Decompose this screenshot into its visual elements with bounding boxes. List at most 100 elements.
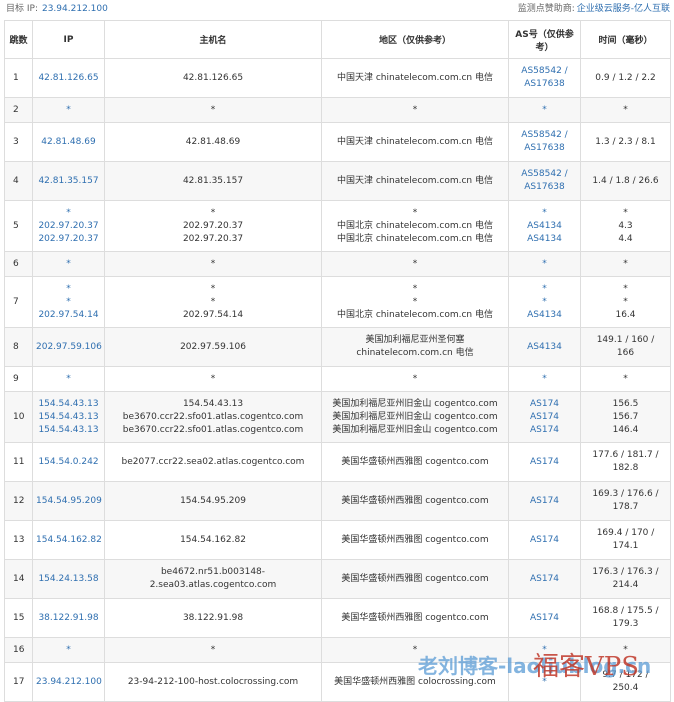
as-cell-line[interactable]: AS4134 <box>512 341 577 354</box>
as-cell[interactable]: AS58542 /AS17638 <box>508 58 581 98</box>
ip-cell-line[interactable]: 154.54.43.13 <box>36 398 101 411</box>
as-cell-line[interactable]: AS4134 <box>512 233 577 246</box>
ip-cell-line[interactable]: 202.97.20.37 <box>36 220 101 233</box>
as-cell-line[interactable]: AS174 <box>512 612 577 625</box>
ip-cell-line[interactable]: 154.54.43.13 <box>36 411 101 424</box>
as-cell[interactable]: AS174 <box>508 520 581 560</box>
ip-cell[interactable]: 154.24.13.58 <box>32 559 105 599</box>
hostname-cell-line: * <box>210 296 216 307</box>
hop-cell: 4 <box>4 161 33 201</box>
as-cell-line[interactable]: * <box>512 296 577 309</box>
ip-cell-line[interactable]: * <box>36 644 101 657</box>
time-cell-line: 1.3 / 2.3 / 8.1 <box>595 136 656 147</box>
region-cell-line: 中国北京 chinatelecom.com.cn 电信 <box>336 309 493 320</box>
as-cell-line[interactable]: * <box>512 676 577 689</box>
as-cell[interactable]: AS58542 /AS17638 <box>508 122 581 162</box>
ip-cell-line[interactable]: 38.122.91.98 <box>36 612 101 625</box>
ip-cell-line[interactable]: 42.81.35.157 <box>36 175 101 188</box>
ip-cell-line[interactable]: 202.97.20.37 <box>36 233 101 246</box>
as-cell[interactable]: AS174 <box>508 559 581 599</box>
ip-cell-line[interactable]: 154.54.95.209 <box>36 495 102 508</box>
ip-cell[interactable]: 23.94.212.100 <box>32 662 105 702</box>
as-cell[interactable]: * <box>508 662 581 702</box>
ip-cell-line[interactable]: * <box>36 258 101 271</box>
as-cell[interactable]: * <box>508 366 581 392</box>
ip-cell[interactable]: 202.97.59.106 <box>32 327 105 367</box>
ip-cell[interactable]: * <box>32 366 105 392</box>
as-cell-line[interactable]: AS174 <box>512 495 577 508</box>
time-cell-line: 166 <box>616 348 635 358</box>
as-cell-line[interactable]: * <box>512 104 577 117</box>
ip-cell[interactable]: * 202.97.20.37 202.97.20.37 <box>32 200 105 252</box>
ip-cell[interactable]: * <box>32 97 105 123</box>
ip-cell-line[interactable]: * <box>36 104 101 117</box>
ip-cell-line[interactable]: 23.94.212.100 <box>36 676 102 689</box>
ip-cell[interactable]: 42.81.126.65 <box>32 58 105 98</box>
as-cell-line[interactable]: * <box>512 258 577 271</box>
ip-cell-line[interactable]: * <box>36 283 101 296</box>
hop-cell: 17 <box>4 662 33 702</box>
as-cell-line[interactable]: AS174 <box>512 573 577 586</box>
ip-cell[interactable]: * * 202.97.54.14 <box>32 276 105 328</box>
ip-cell[interactable]: 42.81.48.69 <box>32 122 105 162</box>
ip-cell-line[interactable]: 154.24.13.58 <box>36 573 101 586</box>
region-cell-line: * <box>412 296 418 307</box>
hostname-cell: be2077.ccr22.sea02.atlas.cogentco.com <box>104 442 322 482</box>
as-cell[interactable]: * <box>508 251 581 277</box>
time-cell-line: 156.5 <box>612 398 639 409</box>
as-cell[interactable]: * AS4134 AS4134 <box>508 200 581 252</box>
ip-cell[interactable]: 154.54.162.82 <box>32 520 105 560</box>
time-cell-line: 250.4 <box>612 683 639 693</box>
region-cell: 美国华盛顿州西雅图 cogentco.com <box>321 598 509 638</box>
ip-cell-line[interactable]: 154.54.0.242 <box>36 456 101 469</box>
as-cell-line[interactable]: AS174 <box>512 411 577 424</box>
ip-cell-line[interactable]: 202.97.59.106 <box>36 341 102 354</box>
ip-cell[interactable]: * <box>32 251 105 277</box>
ip-cell-line[interactable]: * <box>36 296 101 309</box>
ip-cell[interactable]: * <box>32 637 105 663</box>
as-cell-line[interactable]: * <box>512 373 577 386</box>
ip-cell-line[interactable]: 154.54.162.82 <box>36 534 102 547</box>
as-cell-line[interactable]: AS174 <box>512 424 577 437</box>
ip-cell-line[interactable]: 202.97.54.14 <box>36 309 101 322</box>
ip-cell[interactable]: 42.81.35.157 <box>32 161 105 201</box>
ip-cell[interactable]: 154.54.0.242 <box>32 442 105 482</box>
ip-cell-line[interactable]: * <box>36 373 101 386</box>
as-cell[interactable]: * <box>508 637 581 663</box>
as-cell[interactable]: * <box>508 97 581 123</box>
ip-cell-line[interactable]: 42.81.48.69 <box>36 136 101 149</box>
as-cell[interactable]: * * AS4134 <box>508 276 581 328</box>
as-cell-line[interactable]: AS58542 / <box>512 168 577 181</box>
ip-cell-line[interactable]: 42.81.126.65 <box>36 72 101 85</box>
hostname-cell-line: 154.54.43.13 <box>182 398 244 409</box>
as-cell-line[interactable]: AS17638 <box>512 142 577 155</box>
as-cell[interactable]: AS174 <box>508 442 581 482</box>
ip-cell-line[interactable]: 154.54.43.13 <box>36 424 101 437</box>
as-cell-line[interactable]: AS58542 / <box>512 129 577 142</box>
as-cell[interactable]: AS4134 <box>508 327 581 367</box>
as-cell-line[interactable]: AS17638 <box>512 78 577 91</box>
as-cell-line[interactable]: * <box>512 207 577 220</box>
as-cell-line[interactable]: AS4134 <box>512 309 577 322</box>
top-info-bar: 目标 IP: 23.94.212.100 监测点赞助商: 企业级云服务-亿人互联 <box>0 0 674 18</box>
target-ip[interactable]: 23.94.212.100 <box>42 4 108 14</box>
as-cell-line[interactable]: AS174 <box>512 398 577 411</box>
as-cell-line[interactable]: AS4134 <box>512 220 577 233</box>
ip-cell[interactable]: 38.122.91.98 <box>32 598 105 638</box>
ip-cell-line[interactable]: * <box>36 207 101 220</box>
as-cell-line[interactable]: AS174 <box>512 456 577 469</box>
as-cell[interactable]: AS174 <box>508 598 581 638</box>
hop-cell: 8 <box>4 327 33 367</box>
hostname-cell: 154.54.43.13 be3670.ccr22.sfo01.atlas.cog… <box>104 391 322 443</box>
as-cell[interactable]: AS174 AS174 AS174 <box>508 391 581 443</box>
as-cell-line[interactable]: AS174 <box>512 534 577 547</box>
as-cell-line[interactable]: * <box>512 283 577 296</box>
as-cell[interactable]: AS174 <box>508 481 581 521</box>
ip-cell[interactable]: 154.54.95.209 <box>32 481 105 521</box>
ip-cell[interactable]: 154.54.43.13 154.54.43.13 154.54.43.13 <box>32 391 105 443</box>
as-cell-line[interactable]: AS58542 / <box>512 65 577 78</box>
as-cell-line[interactable]: * <box>512 644 577 657</box>
sponsor-link[interactable]: 企业级云服务-亿人互联 <box>577 4 670 14</box>
as-cell-line[interactable]: AS17638 <box>512 181 577 194</box>
as-cell[interactable]: AS58542 /AS17638 <box>508 161 581 201</box>
